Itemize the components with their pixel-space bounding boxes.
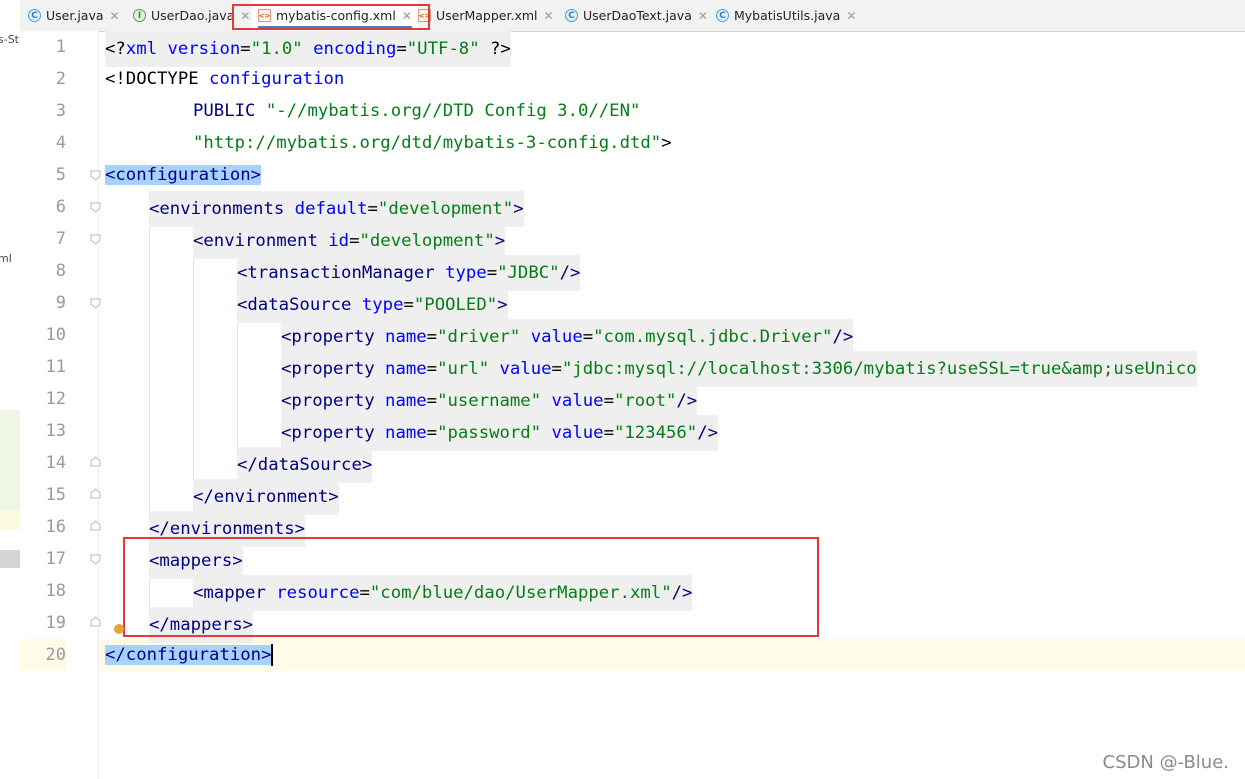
project-panel-fragment: s-St — [0, 33, 19, 46]
code-line-15: </environment> — [193, 479, 339, 515]
tab-label: UserMapper.xml — [436, 8, 538, 23]
line-number: 10 — [45, 325, 66, 345]
matched-tag: <configuration> — [105, 165, 262, 185]
close-icon[interactable]: ✕ — [110, 9, 120, 23]
line-number: 20 — [20, 639, 66, 671]
line-number: 4 — [55, 133, 66, 153]
tab-usermapper-xml[interactable]: <> UserMapper.xml ✕ — [418, 0, 554, 31]
code-line-14: </dataSource> — [237, 447, 373, 483]
vcs-change-band — [0, 510, 20, 530]
matched-tag: </configuration> — [105, 645, 272, 665]
watermark: CSDN @-Blue. — [1102, 752, 1229, 773]
line-number: 18 — [45, 581, 66, 601]
code-line-2: <!DOCTYPE configuration — [105, 69, 345, 89]
java-class-icon: C — [28, 9, 41, 22]
mappers-highlight-annotation — [123, 537, 819, 637]
scroll-thumb[interactable] — [0, 550, 20, 568]
line-number: 17 — [45, 549, 66, 569]
tab-label: MybatisUtils.java — [734, 8, 841, 23]
line-number: 19 — [45, 613, 66, 633]
code-line-1: <?xml version="1.0" encoding="UTF-8" ?> — [105, 31, 511, 67]
line-number: 1 — [55, 37, 66, 57]
line-number: 2 — [55, 69, 66, 89]
line-number: 8 — [55, 261, 66, 281]
indent-guide — [149, 191, 150, 543]
code-editor[interactable]: <?xml version="1.0" encoding="UTF-8" ?> … — [99, 31, 1245, 779]
tab-highlight-annotation — [232, 4, 430, 30]
line-number: 12 — [45, 389, 66, 409]
code-line-13: <property name="password" value="123456"… — [281, 415, 719, 451]
code-line-3: PUBLIC "-//mybatis.org//DTD Config 3.0//… — [193, 101, 641, 121]
code-line-4: "http://mybatis.org/dtd/mybatis-3-config… — [193, 133, 672, 153]
line-number: 13 — [45, 421, 66, 441]
code-line-11: <property name="url" value="jdbc:mysql:/… — [281, 351, 1197, 387]
code-line-20: </configuration> — [105, 639, 274, 671]
java-class-icon: C — [716, 9, 729, 22]
tab-label: User.java — [46, 8, 104, 23]
tab-label: UserDao.java — [151, 8, 235, 23]
tab-userdaotext-java[interactable]: C UserDaoText.java ✕ — [565, 0, 708, 31]
line-number: 7 — [55, 229, 66, 249]
close-icon[interactable]: ✕ — [698, 9, 708, 23]
code-line-9: <dataSource type="POOLED"> — [237, 287, 508, 323]
code-line-12: <property name="username" value="root"/> — [281, 383, 698, 419]
project-panel-edge[interactable]: s-St ml — [0, 0, 21, 779]
project-panel-fragment: ml — [0, 252, 12, 265]
close-icon[interactable]: ✕ — [846, 9, 856, 23]
vcs-change-band — [0, 410, 20, 510]
editor-tab-bar: C User.java ✕ I UserDao.java ✕ <> mybati… — [20, 0, 1245, 32]
code-line-10: <property name="driver" value="com.mysql… — [281, 319, 854, 355]
java-test-class-icon: C — [565, 9, 578, 22]
line-number: 14 — [45, 453, 66, 473]
tab-mybatisutils-java[interactable]: C MybatisUtils.java ✕ — [716, 0, 856, 31]
code-line-6: <environments default="development"> — [149, 191, 524, 227]
line-number: 5 — [55, 165, 66, 185]
line-number: 15 — [45, 485, 66, 505]
line-number: 9 — [55, 293, 66, 313]
close-icon[interactable]: ✕ — [544, 9, 554, 23]
line-number-gutter[interactable]: 1 2 3 4 5 6 7 8 9 10 11 12 13 14 15 16 1… — [20, 31, 101, 779]
line-number: 3 — [55, 101, 66, 121]
tab-label: UserDaoText.java — [583, 8, 692, 23]
indent-guide — [193, 223, 194, 511]
line-number: 6 — [55, 197, 66, 217]
code-line-7: <environment id="development"> — [193, 223, 506, 259]
intention-bulb-icon[interactable] — [114, 624, 124, 634]
text-caret — [271, 644, 274, 666]
code-line-5: <configuration> — [105, 159, 262, 191]
tab-user-java[interactable]: C User.java ✕ — [28, 0, 120, 31]
line-number: 11 — [45, 357, 66, 377]
line-number: 16 — [45, 517, 66, 537]
java-interface-icon: I — [133, 9, 146, 22]
code-line-8: <transactionManager type="JDBC"/> — [237, 255, 581, 291]
